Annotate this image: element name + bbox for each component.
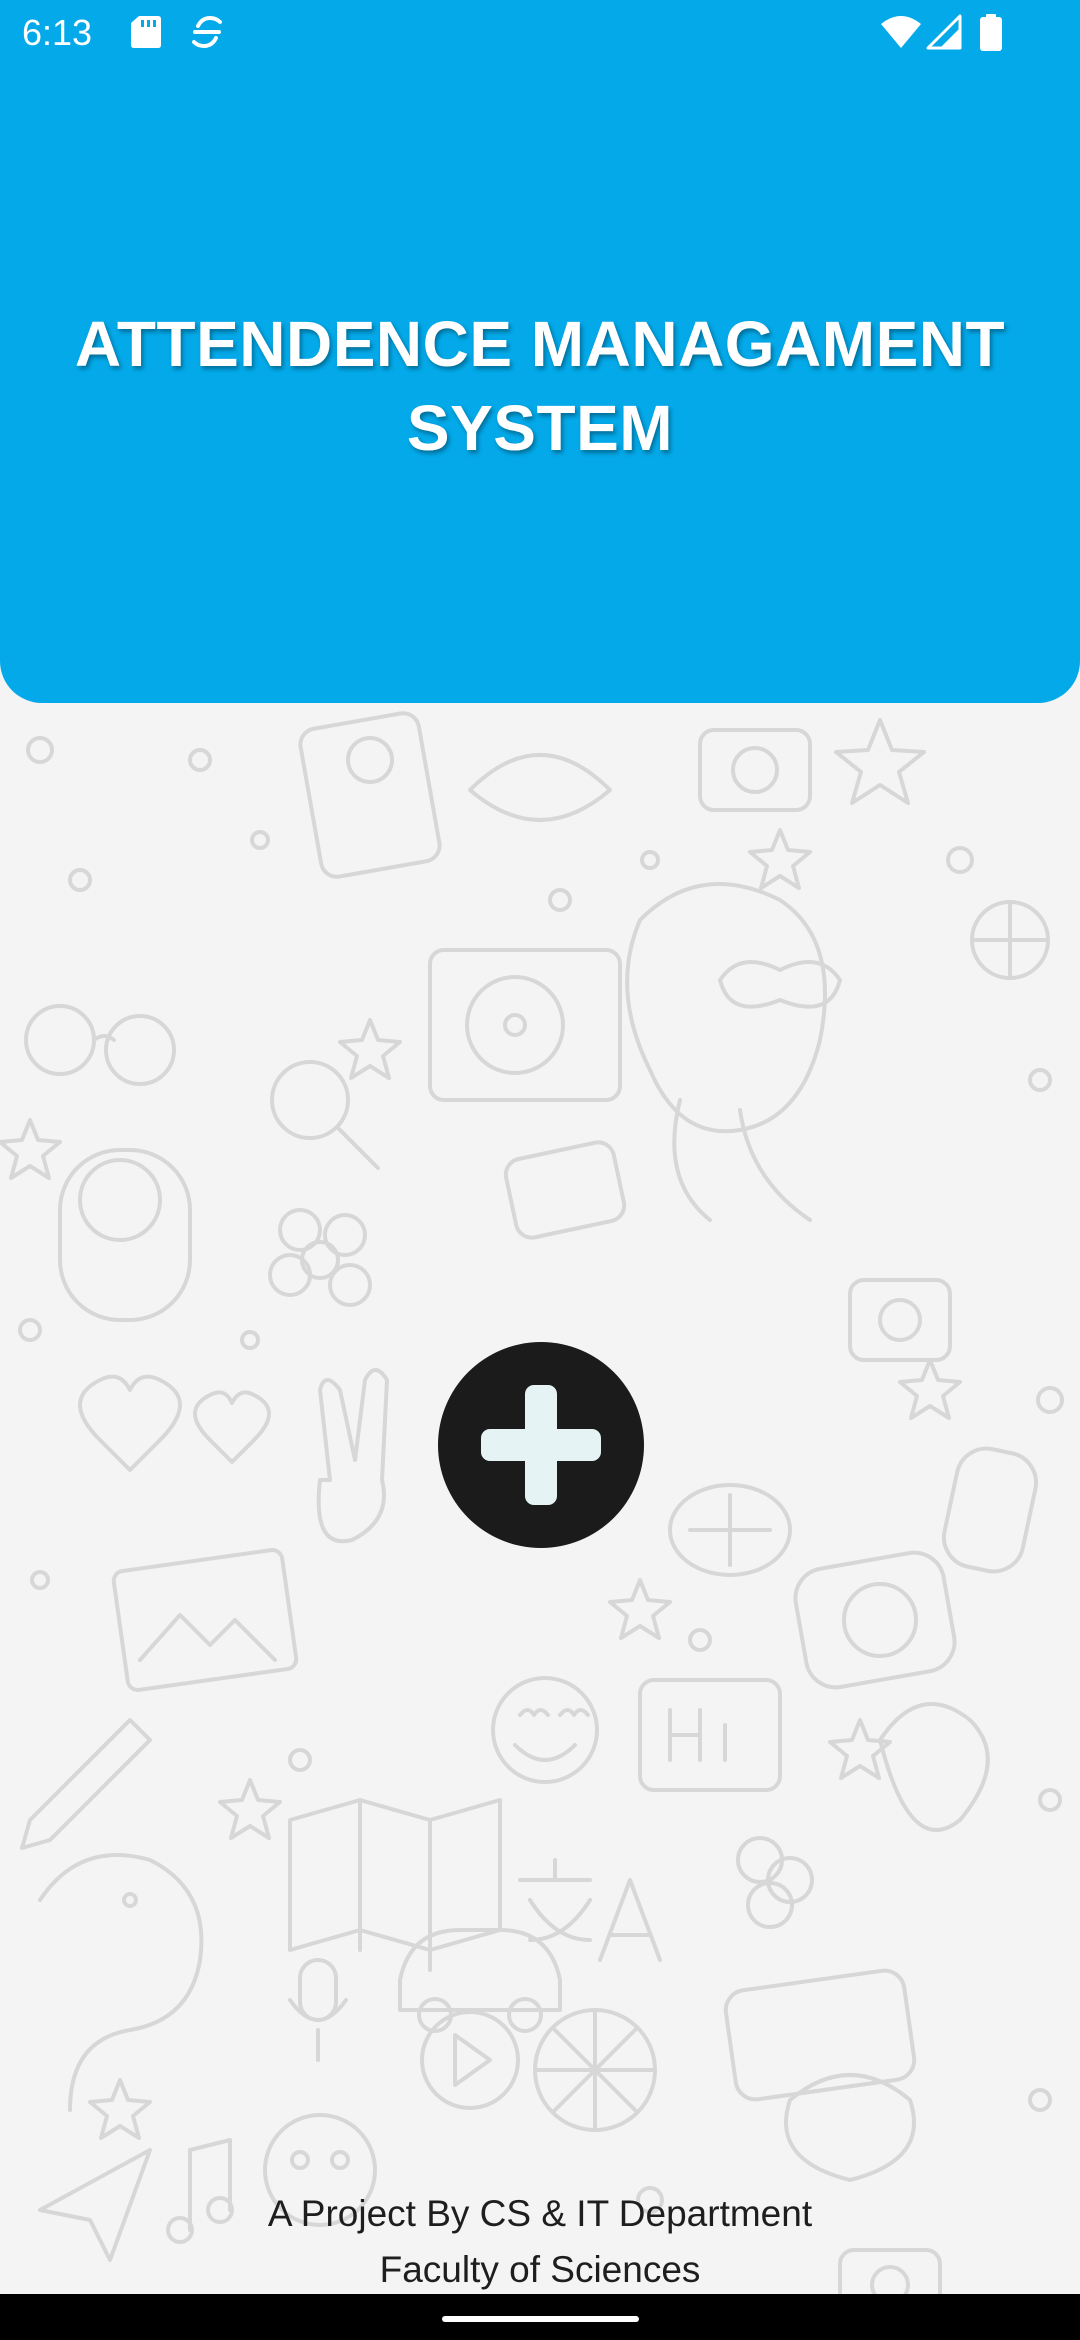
wifi-icon — [881, 16, 921, 48]
plus-icon — [481, 1385, 601, 1505]
sd-card-icon — [131, 16, 161, 48]
footer-line-1: A Project By CS & IT Department — [267, 2193, 813, 2234]
cell-signal-icon — [926, 14, 962, 50]
title-line-2: SYSTEM — [406, 392, 674, 464]
app-header: ATTENDENCE MANAGAMENT SYSTEM — [0, 0, 1080, 703]
add-button[interactable] — [438, 1342, 644, 1548]
title-line-1: ATTENDENCE MANAGAMENT — [74, 308, 1006, 380]
home-gesture-handle[interactable] — [442, 2316, 639, 2322]
page-title: ATTENDENCE MANAGAMENT SYSTEM — [40, 302, 1040, 470]
battery-icon — [980, 14, 1002, 51]
status-time: 6:13 — [22, 12, 93, 53]
navigation-bar — [0, 2294, 1080, 2340]
sync-icon — [192, 15, 222, 49]
footer: A Project By CS & IT Department Faculty … — [0, 2186, 1080, 2298]
footer-line-2: Faculty of Sciences — [379, 2249, 701, 2290]
status-bar: 6:13 — [0, 0, 1080, 66]
